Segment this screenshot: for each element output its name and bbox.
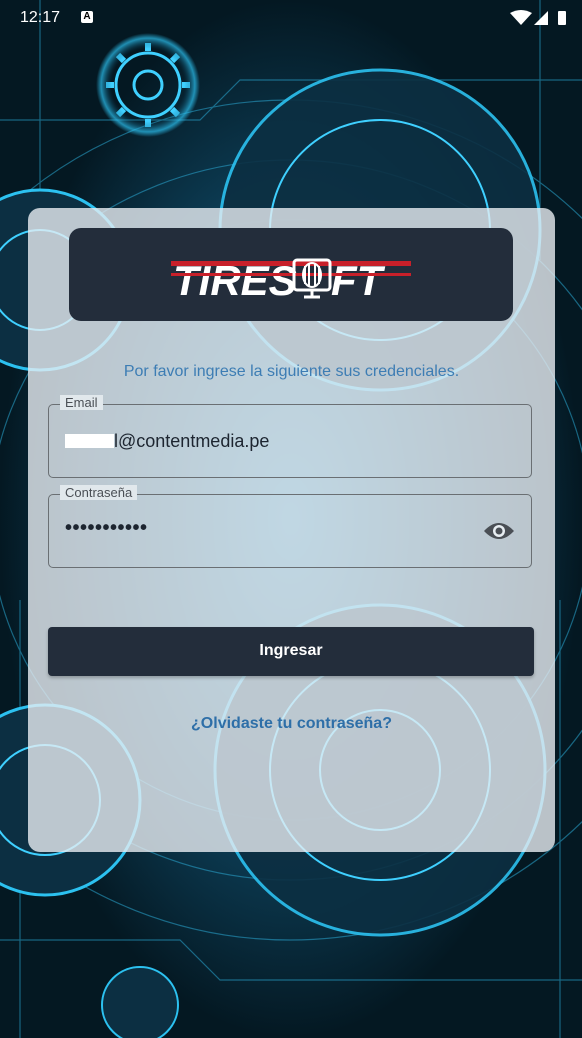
password-value: ••••••••••• (65, 517, 148, 539)
email-value-wrap[interactable]: l@contentmedia.pe (65, 431, 269, 452)
email-label: Email (60, 395, 103, 410)
show-password-eye-icon[interactable] (483, 519, 515, 543)
signal-icon (534, 11, 548, 25)
credentials-prompt: Por favor ingrese la siguiente sus crede… (123, 363, 460, 380)
login-card: TIRES FT Por favor ingrese la siguiente … (28, 208, 555, 852)
wifi-icon (510, 10, 532, 25)
login-button[interactable]: Ingresar (48, 627, 534, 676)
battery-icon (558, 11, 566, 25)
email-field[interactable]: Email l@contentmedia.pe (48, 395, 532, 478)
status-icons (510, 10, 566, 25)
status-bar: 12:17 A (0, 0, 582, 36)
tiresoft-logo: TIRES FT (171, 257, 411, 304)
notification-a-icon: A (81, 11, 93, 23)
forgot-password-link[interactable]: ¿Olvidaste tu contraseña? (28, 715, 555, 733)
password-label: Contraseña (60, 485, 138, 500)
redacted-text (65, 434, 114, 448)
logo-banner: TIRES FT (69, 228, 513, 321)
email-value: l@contentmedia.pe (114, 431, 270, 451)
password-field[interactable]: Contraseña ••••••••••• (48, 485, 532, 568)
status-time: 12:17 (20, 9, 61, 26)
